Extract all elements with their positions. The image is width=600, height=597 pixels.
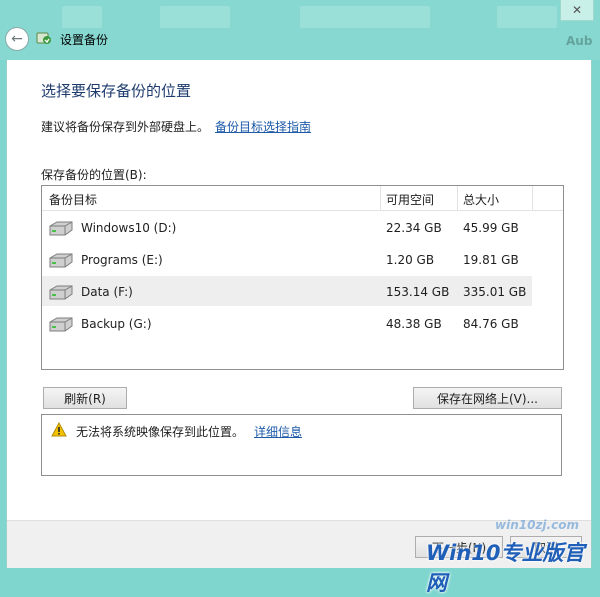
watermark-url: win10zj.com (495, 518, 579, 532)
warning-text: 无法将系统映像保存到此位置。 (76, 425, 245, 439)
warning-line: 无法将系统映像保存到此位置。 详细信息 (76, 423, 302, 440)
drive-name: Data (F:) (81, 285, 133, 299)
warning-icon (51, 422, 67, 437)
hard-drive-icon (49, 317, 73, 332)
guide-link[interactable]: 备份目标选择指南 (215, 120, 311, 134)
back-button[interactable]: ← (5, 27, 29, 51)
drive-total-size: 84.76 GB (463, 317, 519, 331)
title-bar: Aub (0, 0, 600, 60)
drive-name: Backup (G:) (81, 317, 152, 331)
info-panel: 无法将系统映像保存到此位置。 详细信息 (41, 414, 562, 476)
hard-drive-icon (49, 285, 73, 300)
window-title: 设置备份 (60, 33, 109, 47)
close-button[interactable]: ✕ (560, 0, 594, 21)
refresh-button[interactable]: 刷新(R) (43, 387, 127, 409)
drive-name: Windows10 (D:) (81, 221, 177, 235)
drive-name: Programs (E:) (81, 253, 163, 267)
details-link[interactable]: 详细信息 (254, 425, 302, 439)
column-separator (457, 186, 458, 210)
column-header-target[interactable]: 备份目标 (49, 191, 97, 208)
table-row-selected[interactable]: Data (F:) 153.14 GB 335.01 GB (42, 276, 532, 306)
list-caption: 保存备份的位置(B): (41, 168, 147, 182)
drive-total-size: 45.99 GB (463, 221, 519, 235)
table-row[interactable]: Programs (E:) 1.20 GB 19.81 GB (42, 244, 532, 274)
back-arrow-icon: ← (11, 31, 23, 47)
page-heading: 选择要保存备份的位置 (41, 82, 192, 100)
backup-app-icon (36, 32, 51, 44)
watermark-logo: Win10专业版官网 (426, 541, 585, 595)
column-separator (380, 186, 381, 210)
drive-total-size: 19.81 GB (463, 253, 519, 267)
background-ghost (62, 6, 102, 28)
drive-total-size: 335.01 GB (463, 285, 527, 299)
advice-line: 建议将备份保存到外部硬盘上。 备份目标选择指南 (41, 118, 311, 135)
hard-drive-icon (49, 253, 73, 268)
drive-free-space: 48.38 GB (386, 317, 442, 331)
save-on-network-button[interactable]: 保存在网络上(V)... (413, 387, 562, 409)
background-ghost (300, 6, 430, 28)
hard-drive-icon (49, 221, 73, 236)
background-ghost (160, 6, 230, 28)
column-header-free[interactable]: 可用空间 (386, 191, 434, 208)
drive-free-space: 153.14 GB (386, 285, 450, 299)
drive-free-space: 22.34 GB (386, 221, 442, 235)
close-icon: ✕ (571, 3, 583, 17)
drive-free-space: 1.20 GB (386, 253, 435, 267)
table-row[interactable]: Backup (G:) 48.38 GB 84.76 GB (42, 308, 532, 338)
column-header-total[interactable]: 总大小 (463, 191, 499, 208)
background-ghost-text: Aub (566, 34, 593, 48)
column-separator (532, 186, 533, 210)
advice-text: 建议将备份保存到外部硬盘上。 (41, 120, 210, 134)
table-row[interactable]: Windows10 (D:) 22.34 GB 45.99 GB (42, 212, 532, 242)
background-ghost (497, 6, 557, 28)
list-header: 备份目标 可用空间 总大小 (42, 186, 563, 211)
dialog-client: 选择要保存备份的位置 建议将备份保存到外部硬盘上。 备份目标选择指南 保存备份的位… (6, 60, 592, 568)
destination-list[interactable]: 备份目标 可用空间 总大小 Windows10 (D:) 22.34 GB 45… (41, 185, 564, 370)
